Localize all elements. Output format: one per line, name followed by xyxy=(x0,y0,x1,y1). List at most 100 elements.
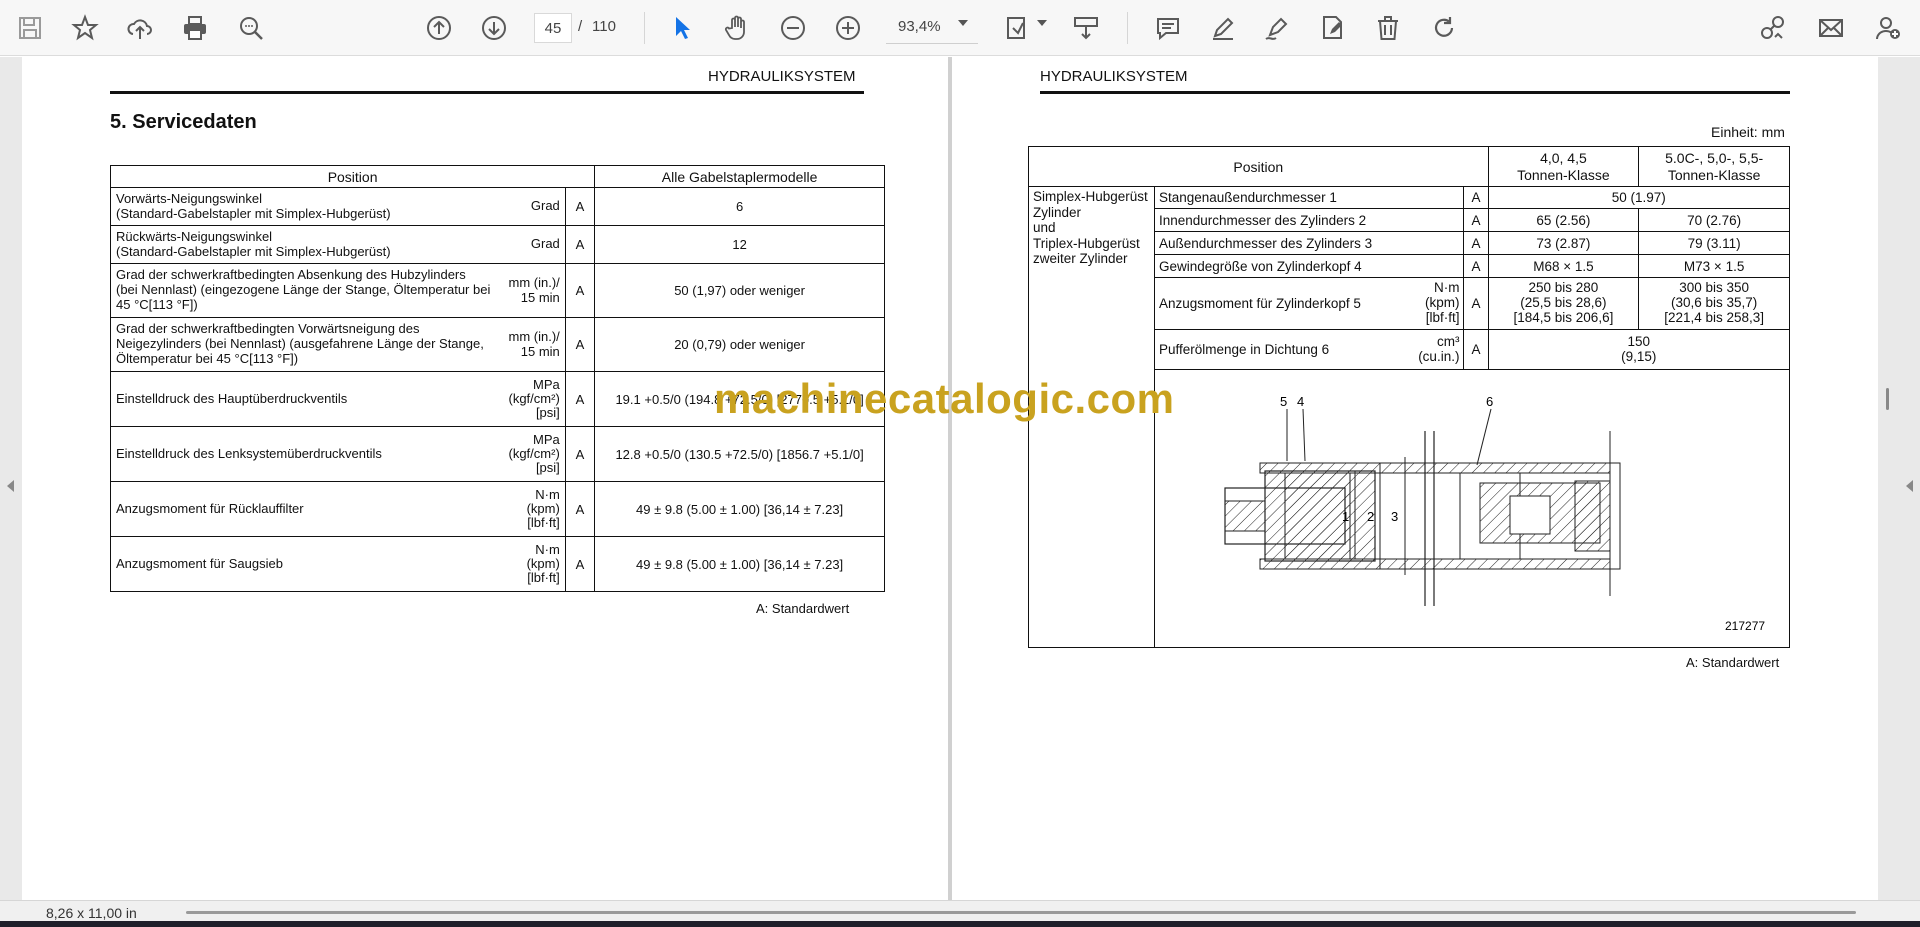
vertical-scrollbar[interactable] xyxy=(1886,388,1889,410)
row-standard-flag: A xyxy=(564,263,596,318)
row-desc-cell: Anzugsmoment für Zylinderkopf 5 N·m (kpm… xyxy=(1153,277,1465,330)
row-value-1: 65 (2.56) xyxy=(1487,208,1640,232)
next-page-icon[interactable] xyxy=(476,10,512,46)
edit-document-icon[interactable] xyxy=(1315,10,1351,46)
col-class-2: 5.0C-, 5,0-, 5,5- Tonnen-Klasse xyxy=(1638,146,1790,187)
table-row: Rückwärts-Neigungswinkel (Standard-Gabel… xyxy=(110,225,885,264)
comment-icon[interactable] xyxy=(1150,10,1186,46)
row-unit: N·m (kpm) [lbf·ft] xyxy=(495,481,566,537)
row-value: 49 ± 9.8 (5.00 ± 1.00) [36,14 ± 7.23] xyxy=(594,481,885,537)
row-description: Grad der schwerkraftbedingten Absenkung … xyxy=(110,263,496,318)
row-unit: MPa (kgf/cm²) [psi] xyxy=(495,426,566,482)
delete-trash-icon[interactable] xyxy=(1370,10,1406,46)
keyboard-scroll-icon[interactable] xyxy=(1068,10,1104,46)
unit-note: Einheit: mm xyxy=(1711,124,1785,140)
bookmark-star-icon[interactable] xyxy=(67,10,103,46)
table-row: Grad der schwerkraftbedingten Vorwärtsne… xyxy=(110,317,885,372)
page-fit-chevron-icon[interactable] xyxy=(1037,20,1047,26)
document-viewport[interactable]: HYDRAULIKSYSTEM 5. Servicedaten Position… xyxy=(0,57,1920,900)
zoom-search-icon[interactable] xyxy=(233,10,269,46)
email-icon[interactable] xyxy=(1813,10,1849,46)
page-separator: / xyxy=(578,18,583,35)
row-value-2: M73 × 1.5 xyxy=(1638,254,1790,278)
page-number-input[interactable] xyxy=(534,13,572,43)
row-value-1: 250 bis 280 (25,5 bis 28,6) [184,5 bis 2… xyxy=(1487,277,1640,330)
hand-tool-icon[interactable] xyxy=(719,10,755,46)
row-desc: Stangenaußendurchmesser 1 xyxy=(1153,186,1465,209)
row-description: Grad der schwerkraftbedingten Vorwärtsne… xyxy=(110,317,496,372)
zoom-in-icon[interactable] xyxy=(830,10,866,46)
row-value-2: 70 (2.76) xyxy=(1638,208,1790,232)
cloud-upload-icon[interactable] xyxy=(122,10,158,46)
row-a: A xyxy=(1463,329,1489,370)
col-position: Position xyxy=(1028,146,1489,187)
row-description: Einstelldruck des Lenksystemüberdruckven… xyxy=(110,426,496,482)
draw-sign-icon[interactable] xyxy=(1259,10,1295,46)
page-header: HYDRAULIKSYSTEM xyxy=(1040,68,1188,85)
row-standard-flag: A xyxy=(564,481,596,537)
row-value-1: M68 × 1.5 xyxy=(1487,254,1640,278)
right-page: HYDRAULIKSYSTEM Einheit: mm Position 4,0… xyxy=(952,57,1878,900)
row-unit: cm³ (cu.in.) xyxy=(1418,333,1460,364)
pdf-viewer-app: / 110 93,4% xyxy=(0,0,1920,927)
row-standard-flag: A xyxy=(564,317,596,372)
row-unit: Grad xyxy=(495,225,566,264)
row-value: 49 ± 9.8 (5.00 ± 1.00) [36,14 ± 7.23] xyxy=(594,536,885,592)
page-fit-icon[interactable] xyxy=(1000,10,1036,46)
highlight-pen-icon[interactable] xyxy=(1205,10,1241,46)
row-value-2: 300 bis 350 (30,6 bis 35,7) [221,4 bis 2… xyxy=(1638,277,1790,330)
right-panel-toggle-icon[interactable] xyxy=(1906,480,1913,492)
diagram-cell: 5 4 6 1 2 3 217277 xyxy=(1154,369,1790,648)
section-title: 5. Servicedaten xyxy=(110,111,257,133)
row-description: Vorwärts-Neigungswinkel (Standard-Gabels… xyxy=(110,187,496,226)
row-value: 50 (1.97) xyxy=(1487,186,1791,209)
page-size-label: 8,26 x 11,00 in xyxy=(46,905,137,921)
row-desc: Innendurchmesser des Zylinders 2 xyxy=(1153,208,1465,232)
header-rule xyxy=(1040,91,1790,94)
add-user-icon[interactable] xyxy=(1870,10,1906,46)
row-a: A xyxy=(1463,254,1489,278)
row-desc: Pufferölmenge in Dichtung 6 xyxy=(1159,342,1330,357)
row-unit: N·m (kpm) [lbf·ft] xyxy=(495,536,566,592)
col-position: Position xyxy=(109,165,596,188)
row-value: 20 (0,79) oder weniger xyxy=(594,317,885,372)
row-a: A xyxy=(1463,208,1489,232)
table-row: Vorwärts-Neigungswinkel (Standard-Gabels… xyxy=(110,187,885,226)
diagram-label: 4 xyxy=(1297,394,1304,409)
diagram-label: 5 xyxy=(1280,394,1287,409)
header-rule xyxy=(110,91,864,94)
zoom-out-icon[interactable] xyxy=(775,10,811,46)
row-standard-flag: A xyxy=(564,426,596,482)
save-icon[interactable] xyxy=(12,10,48,46)
horizontal-scrollbar[interactable] xyxy=(186,911,1856,914)
diagram-label: 3 xyxy=(1391,509,1398,524)
diagram-label: 6 xyxy=(1486,394,1493,409)
figure-id: 217277 xyxy=(1725,619,1765,633)
diagram-label: 2 xyxy=(1367,509,1374,524)
row-standard-flag: A xyxy=(564,371,596,427)
table-header-row: Position 4,0, 4,5 Tonnen-Klasse 5.0C-, 5… xyxy=(1028,146,1790,187)
select-cursor-icon[interactable] xyxy=(664,10,700,46)
footnote: A: Standardwert xyxy=(756,601,850,616)
table-row: Simplex-Hubgerüst Zylinder und Triplex-H… xyxy=(1028,186,1791,648)
left-panel-toggle-icon[interactable] xyxy=(7,480,14,492)
cylinder-diagram: 5 4 6 1 2 3 217277 xyxy=(1224,394,1765,633)
row-unit: N·m (kpm) [lbf·ft] xyxy=(1424,280,1460,325)
row-unit: MPa (kgf/cm²) [psi] xyxy=(495,371,566,427)
row-description: Rückwärts-Neigungswinkel (Standard-Gabel… xyxy=(110,225,496,264)
row-description: Anzugsmoment für Saugsieb xyxy=(110,536,496,592)
col-models: Alle Gabelstaplermodelle xyxy=(594,165,885,188)
row-value: 12 xyxy=(594,225,885,264)
share-link-icon[interactable] xyxy=(1755,10,1791,46)
zoom-level-value: 93,4% xyxy=(898,18,941,35)
print-icon[interactable] xyxy=(177,10,213,46)
row-desc: Gewindegröße von Zylinderkopf 4 xyxy=(1153,254,1465,278)
row-unit: mm (in.)/ 15 min xyxy=(495,263,566,318)
toolbar: / 110 93,4% xyxy=(0,0,1920,56)
taskbar-edge xyxy=(0,921,1920,927)
rotate-redo-icon[interactable] xyxy=(1426,10,1462,46)
previous-page-icon[interactable] xyxy=(421,10,457,46)
row-value: 150 (9,15) xyxy=(1487,329,1791,370)
chevron-down-icon[interactable] xyxy=(958,20,968,26)
zoom-level-select[interactable]: 93,4% xyxy=(886,12,978,44)
